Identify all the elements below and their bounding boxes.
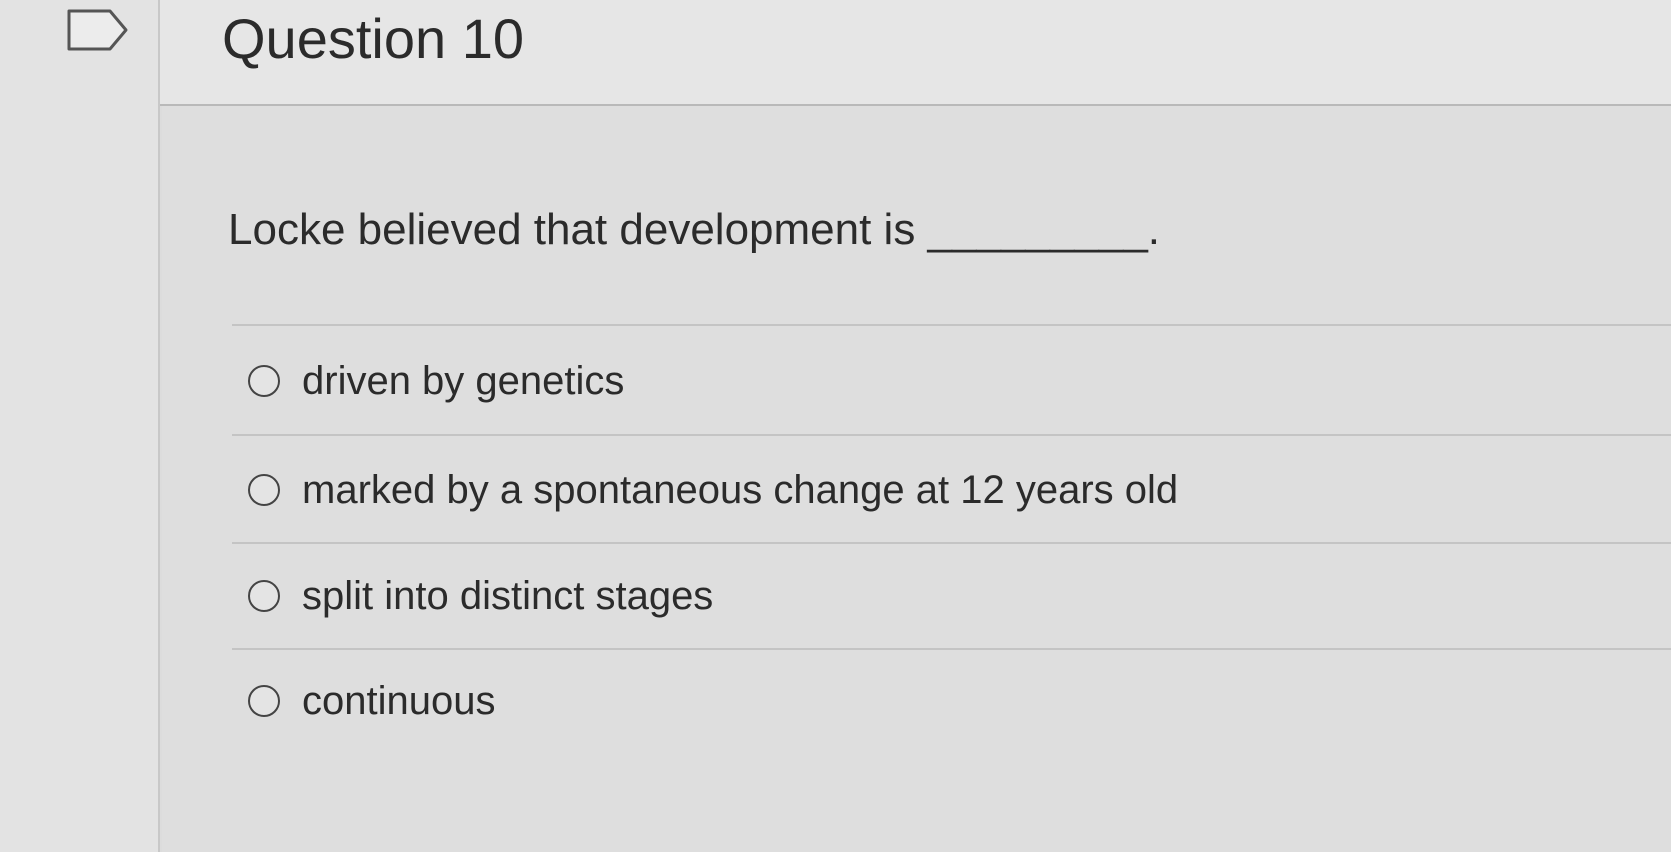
answer-divider bbox=[232, 324, 1671, 326]
answer-option-4[interactable]: continuous bbox=[248, 670, 495, 732]
answer-option-2[interactable]: marked by a spontaneous change at 12 yea… bbox=[248, 459, 1178, 521]
answer-option-1[interactable]: driven by genetics bbox=[248, 350, 624, 412]
answer-divider bbox=[232, 542, 1671, 544]
answer-label: continuous bbox=[302, 679, 496, 723]
answer-divider bbox=[232, 434, 1671, 436]
answer-option-3[interactable]: split into distinct stages bbox=[248, 565, 713, 627]
answer-label: marked by a spontaneous change at 12 yea… bbox=[302, 468, 1179, 512]
question-text: Locke believed that development is _____… bbox=[228, 205, 1161, 254]
question-title: Question 10 bbox=[222, 7, 524, 70]
radio-button-icon[interactable] bbox=[248, 685, 280, 717]
question-gutter bbox=[0, 0, 160, 852]
flag-question-icon[interactable] bbox=[66, 8, 130, 52]
radio-button-icon[interactable] bbox=[248, 365, 280, 397]
radio-button-icon[interactable] bbox=[248, 580, 280, 612]
answer-label: driven by genetics bbox=[302, 359, 625, 403]
question-header: Question 10 bbox=[160, 0, 1671, 106]
radio-button-icon[interactable] bbox=[248, 474, 280, 506]
answer-label: split into distinct stages bbox=[302, 574, 714, 618]
question-body: Locke believed that development is _____… bbox=[162, 106, 1671, 852]
answer-divider bbox=[232, 648, 1671, 650]
